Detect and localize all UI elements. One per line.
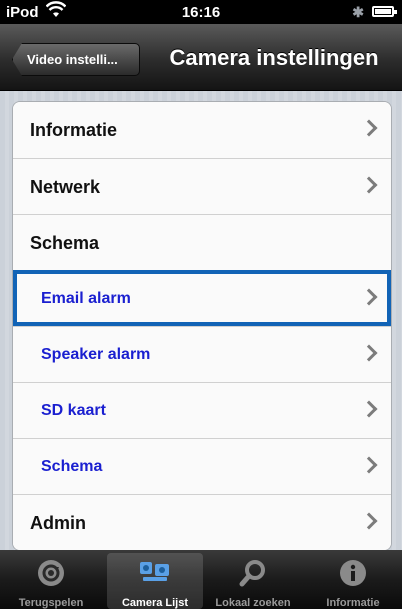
settings-row-label: Netwerk <box>30 177 101 197</box>
settings-row-label: Schema <box>30 233 100 253</box>
settings-row-sd-kaart[interactable]: SD kaart <box>13 382 391 438</box>
settings-row-label: Admin <box>30 513 86 533</box>
tab-label: Camera Lijst <box>121 597 189 609</box>
settings-row-label: Schema <box>41 458 103 475</box>
tab-terugspelen[interactable]: Terugspelen <box>3 553 99 609</box>
tab-lokaal-zoeken[interactable]: Lokaal zoeken <box>205 553 301 609</box>
back-button[interactable]: Video instelli... <box>12 43 140 76</box>
chevron-right-icon <box>360 119 378 137</box>
settings-list: Informatie Netwerk Schema Email alarm Speake… <box>12 101 392 551</box>
navigation-bar: Video instelli... Camera instellingen <box>0 24 402 91</box>
chevron-right-icon <box>360 344 378 362</box>
settings-row-label: Speaker alarm <box>41 346 151 363</box>
settings-row-label: Informatie <box>30 120 118 140</box>
chevron-right-icon <box>360 288 378 306</box>
chevron-right-icon <box>360 456 378 474</box>
tab-bar: Terugspelen Camera Lijst Lokaal zoeken Info… <box>0 550 402 609</box>
settings-row-admin[interactable]: Admin <box>13 494 391 550</box>
camera-list-icon <box>138 558 172 593</box>
settings-row-informatie[interactable]: Informatie <box>13 102 391 158</box>
settings-row-schema[interactable]: Schema <box>13 438 391 494</box>
page-title: Camera instellingen <box>169 45 379 70</box>
settings-row-netwerk[interactable]: Netwerk <box>13 158 391 214</box>
settings-row-speaker-alarm[interactable]: Speaker alarm <box>13 326 391 382</box>
tab-label: Terugspelen <box>18 597 84 609</box>
chevron-right-icon <box>360 400 378 418</box>
settings-row-schema[interactable]: Schema <box>13 214 391 270</box>
chevron-right-icon <box>360 512 378 530</box>
settings-row-label: Email alarm <box>41 290 131 307</box>
settings-row-email-alarm[interactable]: Email alarm <box>13 270 391 326</box>
replay-icon <box>36 558 66 593</box>
settings-content: Informatie Netwerk Schema Email alarm Speake… <box>0 91 402 551</box>
tab-label: Lokaal zoeken <box>215 597 291 609</box>
search-icon <box>238 558 268 593</box>
tab-label: Informatie <box>326 597 380 609</box>
tab-informatie[interactable]: Informatie <box>305 553 401 609</box>
status-time: 16:16 <box>181 4 221 21</box>
status-bar: iPod 16:16 ✱ <box>0 0 402 24</box>
chevron-right-icon <box>360 176 378 194</box>
info-icon <box>338 558 368 593</box>
bluetooth-icon: ✱ <box>352 4 364 20</box>
battery-icon <box>372 6 397 17</box>
settings-row-label: SD kaart <box>41 402 106 419</box>
tab-camera-lijst[interactable]: Camera Lijst <box>107 553 203 609</box>
